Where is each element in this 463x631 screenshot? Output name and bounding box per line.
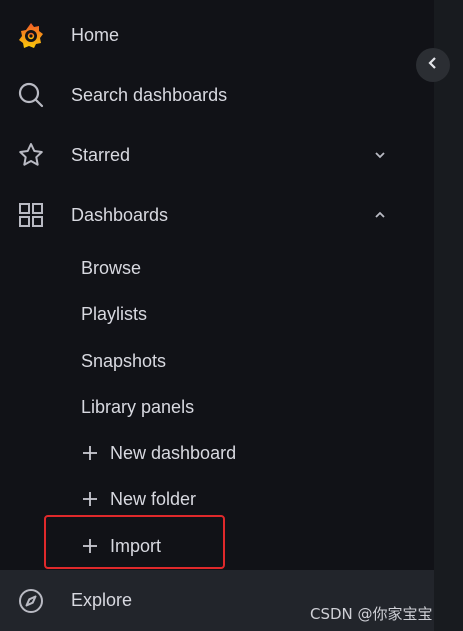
nav-item-home[interactable]: Home (0, 5, 434, 65)
plus-icon (81, 490, 99, 508)
dashboards-grid-icon (16, 200, 46, 230)
nav-item-starred[interactable]: Starred (0, 125, 434, 185)
main-area-edge (434, 0, 463, 631)
nav-item-dashboards[interactable]: Dashboards (0, 185, 434, 245)
submenu-new-dashboard[interactable]: New dashboard (81, 438, 236, 468)
starred-label: Starred (71, 144, 131, 165)
library-panels-label: Library panels (81, 396, 195, 417)
browse-label: Browse (81, 257, 142, 278)
collapse-sidebar-button[interactable] (416, 48, 450, 82)
submenu-playlists[interactable]: Playlists (81, 299, 147, 329)
dashboards-label: Dashboards (71, 204, 169, 225)
submenu-library-panels[interactable]: Library panels (81, 392, 194, 422)
submenu-new-folder[interactable]: New folder (81, 484, 196, 514)
chevron-up-icon[interactable] (372, 207, 388, 223)
nav-item-search[interactable]: Search dashboards (0, 65, 434, 125)
grafana-logo-icon (16, 20, 46, 50)
star-icon (16, 140, 46, 170)
new-dashboard-label: New dashboard (110, 442, 237, 463)
new-folder-label: New folder (110, 488, 197, 509)
playlists-label: Playlists (81, 303, 148, 324)
plus-icon (81, 444, 99, 462)
search-label: Search dashboards (71, 84, 228, 105)
explore-label: Explore (71, 590, 133, 610)
submenu-snapshots[interactable]: Snapshots (81, 346, 166, 376)
compass-icon (16, 586, 46, 616)
search-icon (16, 80, 46, 110)
chevron-down-icon[interactable] (372, 147, 388, 163)
home-label: Home (71, 24, 120, 45)
import-highlight-annotation (44, 515, 225, 569)
chevron-left-icon (427, 56, 439, 75)
submenu-browse[interactable]: Browse (81, 253, 141, 283)
watermark: CSDN @你家宝宝 (310, 605, 433, 623)
sidebar: Home Search dashboards Starred Dashboard… (0, 0, 434, 631)
snapshots-label: Snapshots (81, 350, 167, 371)
